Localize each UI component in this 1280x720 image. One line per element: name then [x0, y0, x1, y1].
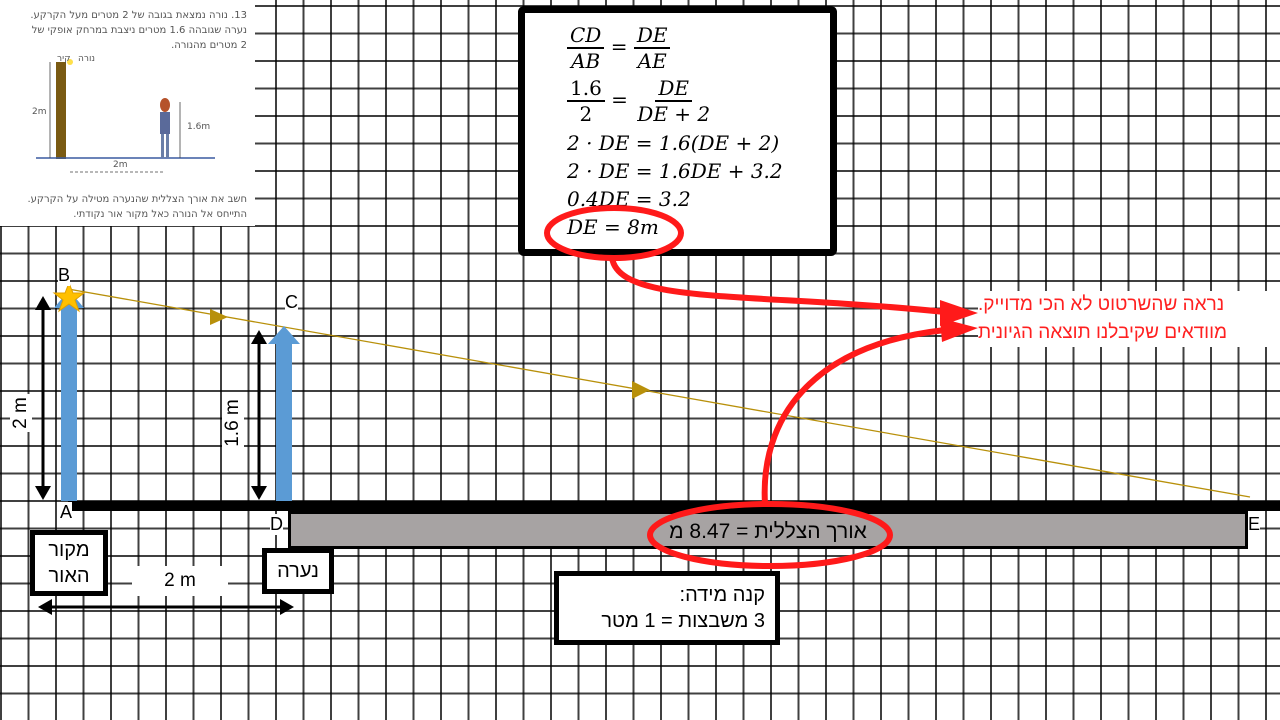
scale-title: קנה מידה:	[679, 584, 765, 606]
point-label-e: E	[1248, 514, 1260, 535]
distance-label: 2 m	[132, 566, 228, 596]
ground-line	[68, 501, 1280, 511]
height-label-girl: 1.6 m	[222, 397, 244, 449]
point-label-c: C	[285, 292, 298, 313]
shadow-length-label: אורך הצללית = 8.47 מ	[669, 520, 867, 543]
accuracy-note-line-2: מוודאים שקיבלנו תוצאה הגיונית	[978, 322, 1228, 343]
lamp-pole	[61, 306, 77, 501]
ray-arrow-1	[210, 309, 228, 325]
accuracy-note-line-1: נראה שהשרטוט לא הכי מדוייק.	[978, 294, 1225, 315]
shadow-bar: אורך הצללית = 8.47 מ	[288, 511, 1248, 549]
height-label-lamp: 2 m	[10, 394, 32, 432]
scale-box: קנה מידה: 3 משבצות = 1 מטר	[554, 571, 780, 645]
girl-box: נערה	[262, 548, 334, 594]
point-label-b: B	[58, 265, 71, 286]
point-label-d: D	[270, 514, 283, 535]
ray-arrow-2	[632, 381, 650, 399]
light-source-box: מקור האור	[30, 530, 108, 596]
point-label-a: A	[60, 502, 73, 523]
accuracy-note: נראה שהשרטוט לא הכי מדוייק. מוודאים שקיב…	[978, 291, 1280, 347]
scale-ratio: 3 משבצות = 1 מטר	[601, 610, 765, 632]
girl-arrow	[276, 342, 292, 501]
